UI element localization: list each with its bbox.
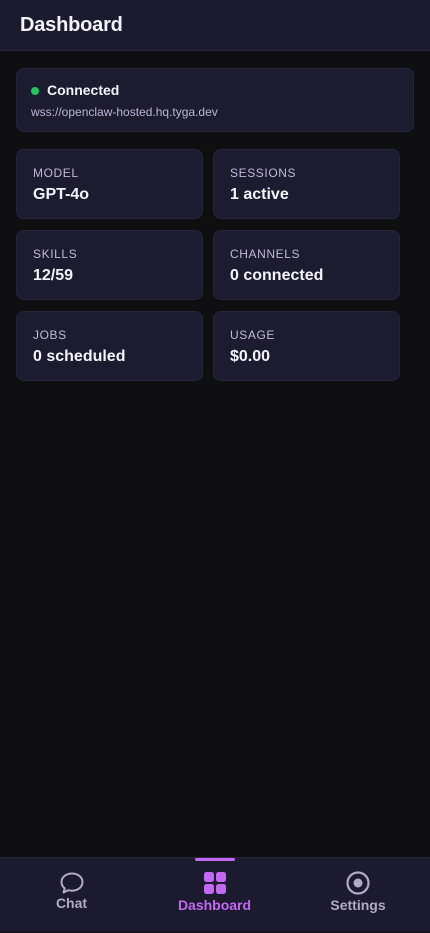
stat-label: CHANNELS <box>230 247 301 261</box>
stat-value: $0.00 <box>230 348 271 365</box>
radio-circle-icon <box>346 871 370 895</box>
stat-label: SESSIONS <box>230 166 297 180</box>
stat-label: USAGE <box>230 328 276 342</box>
stat-card-jobs: JOBS 0 scheduled <box>16 311 203 381</box>
nav-item-dashboard[interactable]: Dashboard <box>143 858 286 933</box>
page-title: Dashboard <box>20 14 123 36</box>
connection-card: Connected wss://openclaw-hosted.hq.tyga.… <box>16 68 414 132</box>
stat-value: 0 scheduled <box>33 348 126 365</box>
nav-label-settings: Settings <box>330 897 386 913</box>
nav-label-chat: Chat <box>55 895 88 911</box>
stat-card-skills: SKILLS 12/59 <box>16 230 203 300</box>
stat-label: SKILLS <box>33 247 78 261</box>
active-tab-indicator <box>195 858 235 861</box>
nav-item-settings[interactable]: Settings <box>286 858 430 933</box>
stat-card-sessions: SESSIONS 1 active <box>213 149 400 219</box>
stat-label: MODEL <box>33 166 79 180</box>
chat-bubble-icon <box>60 872 83 894</box>
stat-value: GPT-4o <box>33 186 90 203</box>
connection-status: Connected <box>47 82 120 98</box>
connection-status-dot <box>31 87 39 95</box>
app-header: Dashboard <box>0 0 430 51</box>
stat-value: 1 active <box>230 186 289 203</box>
nav-label-dashboard: Dashboard <box>177 897 252 913</box>
stat-card-model: MODEL GPT-4o <box>16 149 203 219</box>
grid-icon <box>203 872 226 894</box>
stat-value: 0 connected <box>230 267 324 284</box>
bottom-nav: Chat Dashboard Settings <box>0 857 430 932</box>
connection-url: wss://openclaw-hosted.hq.tyga.dev <box>31 105 218 119</box>
stat-label: JOBS <box>33 328 67 342</box>
stat-card-channels: CHANNELS 0 connected <box>213 230 400 300</box>
stat-value: 12/59 <box>33 267 74 284</box>
nav-item-chat[interactable]: Chat <box>0 858 143 933</box>
stat-card-usage: USAGE $0.00 <box>213 311 400 381</box>
